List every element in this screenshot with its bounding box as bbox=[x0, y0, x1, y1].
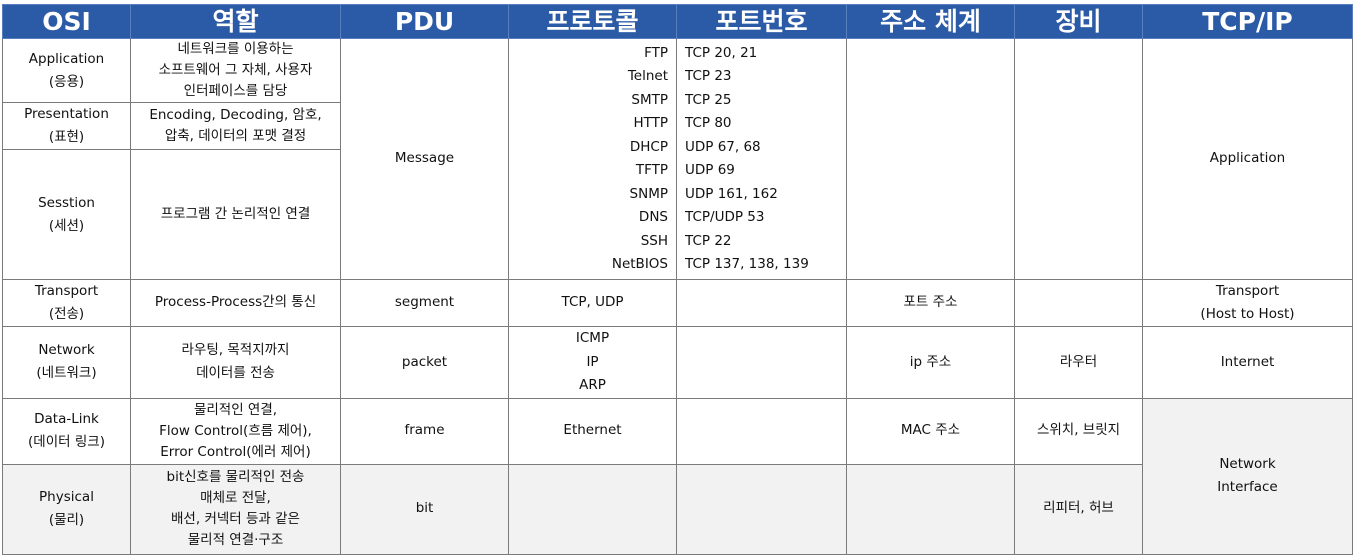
role-physical: bit신호를 물리적인 전송 매체로 전달, 배선, 커넥터 등과 같은 물리적… bbox=[130, 463, 341, 555]
port-number: UDP 69 bbox=[685, 162, 735, 178]
port-number: UDP 67, 68 bbox=[685, 138, 761, 155]
protocol-name: FTP bbox=[644, 44, 668, 61]
port-physical bbox=[676, 463, 847, 555]
header-osi: OSI bbox=[2, 4, 131, 39]
port-list: TCP 20, 21 TCP 23 TCP 25 TCP 80 UDP 67, … bbox=[676, 38, 847, 280]
device-network: 라우터 bbox=[1014, 326, 1143, 399]
protocol-name: Telnet bbox=[627, 68, 668, 84]
header-protocol: 프로토콜 bbox=[508, 4, 677, 39]
device-transport bbox=[1014, 279, 1143, 327]
table-row: Data-Link (데이터 링크) 물리적인 연결, Flow Control… bbox=[2, 397, 1353, 555]
pdu-message: Message bbox=[340, 38, 509, 280]
header-device: 장비 bbox=[1014, 4, 1143, 39]
pdu-packet: packet bbox=[340, 326, 509, 399]
role-presentation: Encoding, Decoding, 암호, 압축, 데이터의 포맷 결정 bbox=[130, 102, 341, 150]
table-row: Network (네트워크) 라우팅, 목적지까지 데이터를 전송 packet… bbox=[2, 326, 1353, 399]
protocol-datalink: Ethernet bbox=[508, 397, 677, 465]
protocol-name: SSH bbox=[640, 232, 668, 249]
port-number: TCP 80 bbox=[685, 115, 732, 131]
osi-presentation: Presentation (표현) bbox=[2, 102, 131, 150]
pdu-frame: frame bbox=[340, 397, 509, 465]
port-datalink bbox=[676, 397, 847, 465]
address-upper bbox=[846, 38, 1015, 280]
address-datalink: MAC 주소 bbox=[846, 397, 1015, 465]
port-number: UDP 161, 162 bbox=[685, 185, 778, 202]
osi-transport: Transport (전송) bbox=[2, 279, 131, 327]
port-number: TCP 20, 21 bbox=[685, 44, 758, 61]
header-role: 역할 bbox=[130, 4, 341, 39]
header-address: 주소 체계 bbox=[846, 4, 1015, 39]
header-pdu: PDU bbox=[340, 4, 509, 39]
header-tcpip: TCP/IP bbox=[1142, 4, 1353, 39]
port-number: TCP 25 bbox=[685, 91, 732, 108]
device-physical: 리피터, 허브 bbox=[1014, 463, 1143, 555]
header-row: OSI 역할 PDU 프로토콜 포트번호 주소 체계 장비 TCP/IP bbox=[2, 4, 1353, 39]
protocol-name: SMTP bbox=[631, 91, 668, 108]
protocol-physical bbox=[508, 463, 677, 555]
table-row: Transport (전송) Process-Process간의 통신 segm… bbox=[2, 279, 1353, 327]
protocol-name: DNS bbox=[638, 209, 668, 225]
tcpip-network-interface: Network Interface bbox=[1142, 397, 1353, 555]
port-transport bbox=[676, 279, 847, 327]
port-number: TCP/UDP 53 bbox=[685, 209, 765, 225]
protocol-name: HTTP bbox=[633, 115, 668, 131]
osi-network: Network (네트워크) bbox=[2, 326, 131, 399]
pdu-segment: segment bbox=[340, 279, 509, 327]
port-number: TCP 137, 138, 139 bbox=[685, 256, 809, 272]
tcpip-application: Application bbox=[1142, 38, 1353, 280]
address-transport: 포트 주소 bbox=[846, 279, 1015, 327]
address-network: ip 주소 bbox=[846, 326, 1015, 399]
osi-table: OSI 역할 PDU 프로토콜 포트번호 주소 체계 장비 TCP/IP App… bbox=[2, 4, 1353, 555]
table-row: Application (응용) 네트워크를 이용하는 소프트웨어 그 자체, … bbox=[2, 38, 1353, 280]
device-datalink: 스위치, 브릿지 bbox=[1014, 397, 1143, 465]
role-transport: Process-Process간의 통신 bbox=[130, 279, 341, 327]
port-number: TCP 23 bbox=[685, 68, 732, 84]
device-upper bbox=[1014, 38, 1143, 280]
header-port: 포트번호 bbox=[676, 4, 847, 39]
osi-physical: Physical (물리) bbox=[2, 463, 131, 555]
role-network: 라우팅, 목적지까지 데이터를 전송 bbox=[130, 326, 341, 399]
tcpip-transport: Transport (Host to Host) bbox=[1142, 279, 1353, 327]
port-network bbox=[676, 326, 847, 399]
protocol-network: ICMP IP ARP bbox=[508, 326, 677, 399]
protocol-name: DHCP bbox=[629, 138, 668, 155]
protocol-transport: TCP, UDP bbox=[508, 279, 677, 327]
port-number: TCP 22 bbox=[685, 232, 732, 249]
protocol-name: SNMP bbox=[629, 185, 668, 202]
osi-datalink: Data-Link (데이터 링크) bbox=[2, 397, 131, 465]
protocol-name: TFTP bbox=[635, 162, 668, 178]
address-physical bbox=[846, 463, 1015, 555]
role-datalink: 물리적인 연결, Flow Control(흐름 제어), Error Cont… bbox=[130, 397, 341, 465]
protocol-list: FTP Telnet SMTP HTTP DHCP TFTP SNMP DNS … bbox=[508, 38, 677, 280]
role-application: 네트워크를 이용하는 소프트웨어 그 자체, 사용자 인터페이스를 담당 bbox=[130, 38, 341, 103]
pdu-bit: bit bbox=[340, 463, 509, 555]
osi-session: Sesstion (세션) bbox=[2, 149, 131, 280]
role-session: 프로그램 간 논리적인 연결 bbox=[130, 149, 341, 280]
tcpip-internet: Internet bbox=[1142, 326, 1353, 399]
protocol-name: NetBIOS bbox=[611, 256, 668, 272]
osi-application: Application (응용) bbox=[2, 38, 131, 103]
